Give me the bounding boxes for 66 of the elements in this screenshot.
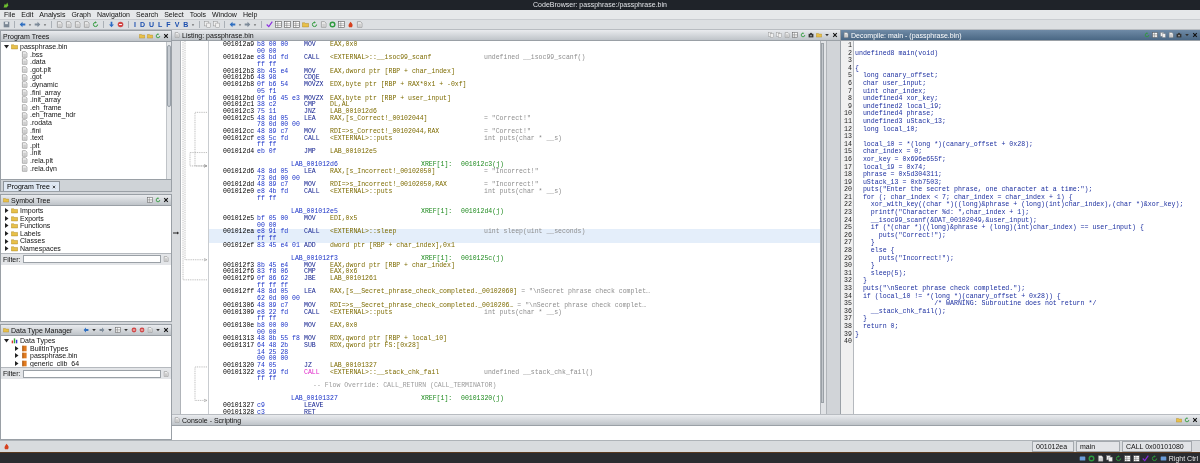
close-icon[interactable] (51, 184, 56, 189)
camera-icon[interactable] (808, 32, 814, 38)
close-icon[interactable] (832, 32, 838, 38)
caret-icon[interactable] (107, 327, 113, 333)
refresh-icon[interactable] (1184, 417, 1190, 423)
caret-icon[interactable] (824, 32, 830, 38)
forward-arrow-icon[interactable] (34, 21, 41, 28)
forward-arrow-icon[interactable] (244, 21, 252, 28)
ring-icon[interactable] (329, 21, 337, 28)
forward-arrow-icon[interactable] (99, 327, 105, 333)
caret-icon[interactable] (91, 327, 97, 333)
refresh-icon[interactable] (311, 21, 319, 28)
caret-icon[interactable] (123, 327, 129, 333)
folder-icon[interactable] (1176, 417, 1182, 423)
back-arrow-icon[interactable] (83, 327, 89, 333)
stop-icon[interactable] (139, 327, 145, 333)
down-arrow-icon[interactable] (108, 21, 115, 28)
refresh-icon[interactable] (1150, 454, 1158, 462)
expander-icon[interactable] (4, 223, 9, 229)
tray-icon[interactable] (1159, 454, 1167, 462)
folder-icon[interactable] (816, 32, 822, 38)
back-arrow-icon[interactable] (19, 21, 26, 28)
app-icon (3, 2, 9, 8)
folder-icon (11, 43, 18, 51)
expander-icon[interactable] (14, 345, 19, 351)
refresh-icon[interactable] (92, 21, 99, 28)
flame-icon[interactable] (347, 21, 355, 28)
check-icon[interactable] (1141, 454, 1149, 462)
expander-icon[interactable] (4, 208, 9, 214)
camera-icon[interactable] (1176, 32, 1182, 38)
refresh-icon[interactable] (155, 33, 161, 39)
expander-icon[interactable] (4, 44, 9, 50)
expander-icon[interactable] (4, 231, 9, 237)
disk-icon[interactable] (3, 21, 10, 28)
check-icon[interactable] (266, 21, 274, 28)
expander-icon[interactable] (4, 215, 9, 221)
close-icon[interactable] (163, 33, 169, 39)
close-icon[interactable] (1192, 417, 1198, 423)
ring-icon[interactable] (1087, 454, 1095, 462)
refresh-icon[interactable] (155, 197, 161, 203)
back-arrow-icon[interactable] (229, 21, 237, 28)
table-icon[interactable] (1123, 454, 1131, 462)
page-icon (843, 32, 849, 38)
expander-icon[interactable] (14, 361, 19, 367)
expander-icon[interactable] (14, 353, 19, 359)
page-icon (174, 417, 180, 423)
copy-icon[interactable] (1105, 454, 1113, 462)
caret-icon[interactable] (155, 327, 161, 333)
filter-field[interactable] (22, 255, 161, 264)
expander-icon[interactable] (4, 246, 9, 252)
filter-field[interactable] (22, 369, 161, 378)
bar-chart-icon (11, 337, 18, 345)
flame-icon (3, 443, 10, 450)
page-icon[interactable] (1096, 454, 1104, 462)
folder-icon (3, 327, 9, 333)
expander-icon[interactable] (4, 338, 9, 344)
stop-icon[interactable] (131, 327, 137, 333)
close-icon[interactable] (163, 327, 169, 333)
stop-icon[interactable] (117, 21, 124, 28)
close-icon[interactable] (163, 197, 169, 203)
tray-icon[interactable] (1078, 454, 1086, 462)
scrollbar[interactable] (166, 42, 171, 179)
table-icon[interactable] (1132, 454, 1140, 462)
refresh-icon[interactable] (800, 32, 806, 38)
expander-icon[interactable] (4, 238, 9, 244)
page-icon (174, 32, 180, 38)
